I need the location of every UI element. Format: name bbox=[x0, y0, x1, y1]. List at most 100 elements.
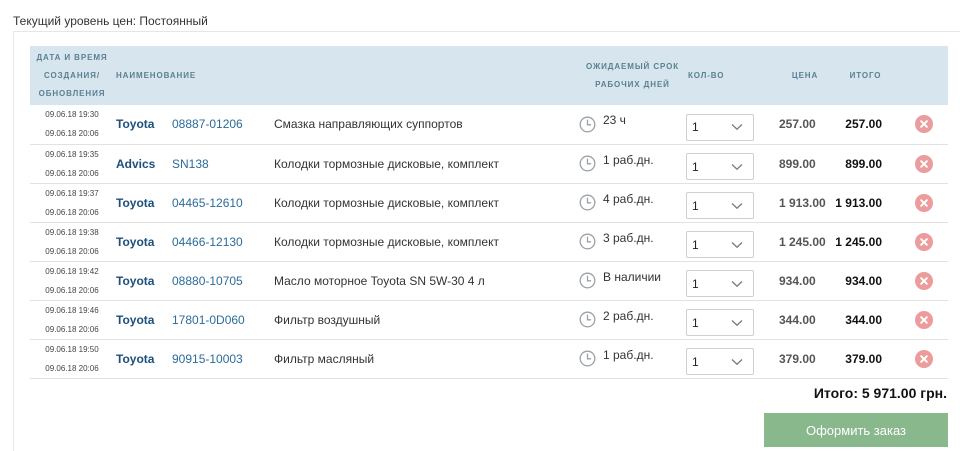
row-term: В наличии bbox=[579, 261, 686, 301]
row-updated: 09.06.18 20:06 bbox=[45, 168, 99, 178]
row-article-link[interactable]: SN138 bbox=[172, 144, 274, 184]
grand-total: Итого: 5 971.00 грн. bbox=[813, 385, 947, 401]
row-brand-link[interactable]: Toyota bbox=[114, 339, 172, 379]
qty-value: 1 bbox=[692, 276, 699, 291]
row-remove-cell bbox=[900, 222, 948, 262]
row-datetime: 09.06.18 19:37 09.06.18 20:06 bbox=[30, 183, 114, 223]
table-row: 09.06.18 19:37 09.06.18 20:06 Toyota 044… bbox=[30, 183, 948, 223]
table-row: 09.06.18 19:35 09.06.18 20:06 Advics SN1… bbox=[30, 144, 948, 184]
qty-value: 1 bbox=[692, 120, 699, 135]
row-description: Колодки тормозные дисковые, комплект bbox=[274, 183, 579, 223]
row-qty-cell: 1 bbox=[686, 300, 779, 340]
row-brand-link[interactable]: Toyota bbox=[114, 222, 172, 262]
row-qty-cell: 1 bbox=[686, 222, 779, 262]
qty-value: 1 bbox=[692, 198, 699, 213]
row-term: 2 раб.дн. bbox=[579, 300, 686, 340]
clock-icon bbox=[579, 155, 596, 172]
header-term: Ожидаемый срок рабочих дней bbox=[579, 46, 686, 105]
row-term-text: 3 раб.дн. bbox=[603, 230, 654, 245]
row-term: 1 раб.дн. bbox=[579, 144, 686, 184]
row-datetime: 09.06.18 19:30 09.06.18 20:06 bbox=[30, 105, 114, 145]
row-updated: 09.06.18 20:06 bbox=[45, 363, 99, 373]
row-datetime: 09.06.18 19:35 09.06.18 20:06 bbox=[30, 144, 114, 184]
row-term-text: 4 раб.дн. bbox=[603, 191, 654, 206]
table-header: Дата и время создания/ обновления Наимен… bbox=[30, 46, 948, 105]
row-term: 1 раб.дн. bbox=[579, 339, 686, 379]
row-description: Колодки тормозные дисковые, комплект bbox=[274, 222, 579, 262]
table-row: 09.06.18 19:42 09.06.18 20:06 Toyota 088… bbox=[30, 261, 948, 301]
row-term-text: 1 раб.дн. bbox=[603, 152, 654, 167]
remove-icon[interactable] bbox=[915, 271, 933, 290]
row-term: 4 раб.дн. bbox=[579, 183, 686, 223]
chevron-down-icon bbox=[731, 241, 743, 248]
row-article-link[interactable]: 08887-01206 bbox=[172, 105, 274, 145]
row-updated: 09.06.18 20:06 bbox=[45, 246, 99, 256]
row-created: 09.06.18 19:46 bbox=[45, 305, 99, 315]
row-article-link[interactable]: 17801-0D060 bbox=[172, 300, 274, 340]
chevron-down-icon bbox=[731, 202, 743, 209]
row-term-text: 2 раб.дн. bbox=[603, 308, 654, 323]
header-remove bbox=[900, 46, 948, 105]
remove-icon[interactable] bbox=[915, 193, 933, 212]
row-article-link[interactable]: 04466-12130 bbox=[172, 222, 274, 262]
row-remove-cell bbox=[900, 144, 948, 184]
remove-icon[interactable] bbox=[915, 115, 933, 134]
row-brand-link[interactable]: Advics bbox=[114, 144, 172, 184]
header-datetime: Дата и время создания/ обновления bbox=[30, 46, 114, 105]
header-qty: Кол-во bbox=[686, 46, 779, 105]
row-qty-cell: 1 bbox=[686, 261, 779, 301]
row-total: 899.00 bbox=[831, 144, 900, 184]
chevron-down-icon bbox=[731, 319, 743, 326]
row-remove-cell bbox=[900, 300, 948, 340]
chevron-down-icon bbox=[731, 163, 743, 170]
row-total: 344.00 bbox=[831, 300, 900, 340]
clock-icon bbox=[579, 272, 596, 289]
qty-select[interactable]: 1 bbox=[686, 348, 754, 375]
price-level-label: Текущий уровень цен: Постоянный bbox=[13, 14, 208, 28]
table-row: 09.06.18 19:50 09.06.18 20:06 Toyota 909… bbox=[30, 339, 948, 379]
qty-select[interactable]: 1 bbox=[686, 270, 754, 297]
qty-select[interactable]: 1 bbox=[686, 113, 754, 141]
qty-value: 1 bbox=[692, 159, 699, 174]
row-price: 1 245.00 bbox=[779, 222, 831, 262]
table-row: 09.06.18 19:38 09.06.18 20:06 Toyota 044… bbox=[30, 222, 948, 262]
remove-icon[interactable] bbox=[915, 232, 933, 251]
clock-icon bbox=[579, 233, 596, 250]
row-remove-cell bbox=[900, 105, 948, 145]
remove-icon[interactable] bbox=[915, 154, 933, 173]
row-term-text: 23 ч bbox=[603, 113, 626, 128]
place-order-button[interactable]: Оформить заказ bbox=[764, 413, 948, 447]
row-remove-cell bbox=[900, 261, 948, 301]
row-created: 09.06.18 19:42 bbox=[45, 266, 99, 276]
row-term: 3 раб.дн. bbox=[579, 222, 686, 262]
row-brand-link[interactable]: Toyota bbox=[114, 300, 172, 340]
row-price: 257.00 bbox=[779, 105, 831, 145]
remove-icon[interactable] bbox=[915, 310, 933, 329]
row-description: Фильтр масляный bbox=[274, 339, 579, 379]
qty-value: 1 bbox=[692, 237, 699, 252]
qty-select[interactable]: 1 bbox=[686, 309, 754, 336]
row-total: 934.00 bbox=[831, 261, 900, 301]
row-price: 934.00 bbox=[779, 261, 831, 301]
qty-select[interactable]: 1 bbox=[686, 231, 754, 258]
header-name: Наименование bbox=[114, 46, 579, 105]
row-term: 23 ч bbox=[579, 105, 686, 145]
remove-icon[interactable] bbox=[915, 349, 933, 368]
row-total: 379.00 bbox=[831, 339, 900, 379]
row-brand-link[interactable]: Toyota bbox=[114, 261, 172, 301]
row-article-link[interactable]: 04465-12610 bbox=[172, 183, 274, 223]
qty-select[interactable]: 1 bbox=[686, 153, 754, 180]
row-total: 1 913.00 bbox=[831, 183, 900, 223]
qty-select[interactable]: 1 bbox=[686, 192, 754, 219]
row-created: 09.06.18 19:38 bbox=[45, 227, 99, 237]
row-article-link[interactable]: 90915-10003 bbox=[172, 339, 274, 379]
row-brand-link[interactable]: Toyota bbox=[114, 105, 172, 145]
clock-icon bbox=[579, 311, 596, 328]
cart-table: Дата и время создания/ обновления Наимен… bbox=[30, 46, 948, 379]
row-article-link[interactable]: 08880-10705 bbox=[172, 261, 274, 301]
row-brand-link[interactable]: Toyota bbox=[114, 183, 172, 223]
row-description: Колодки тормозные дисковые, комплект bbox=[274, 144, 579, 184]
row-term-text: 1 раб.дн. bbox=[603, 347, 654, 362]
clock-icon bbox=[579, 194, 596, 211]
chevron-down-icon bbox=[731, 280, 743, 287]
